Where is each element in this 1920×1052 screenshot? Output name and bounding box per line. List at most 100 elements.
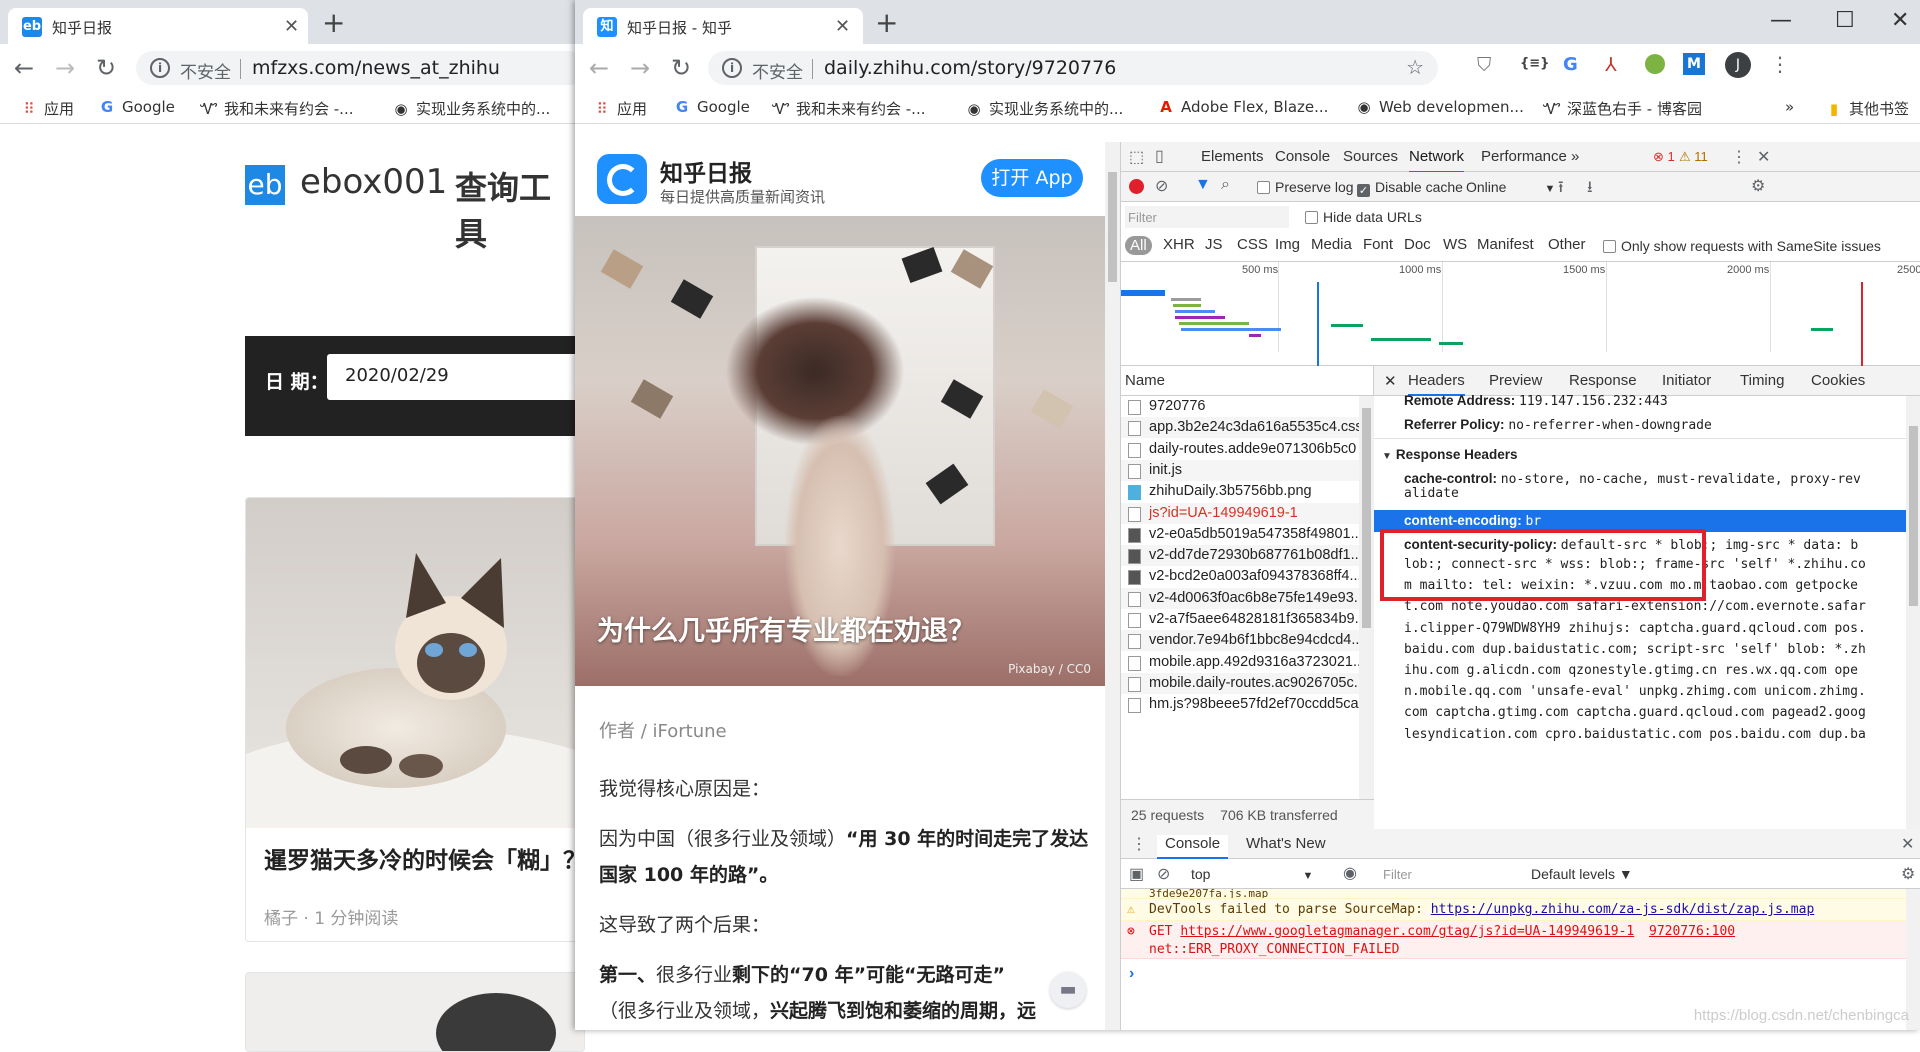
record-icon[interactable] — [1129, 179, 1144, 194]
type-js[interactable]: JS — [1205, 236, 1223, 253]
bookmark-apps[interactable]: ⠿ 应用 — [20, 98, 75, 119]
tab-performance[interactable]: Performance — [1481, 148, 1567, 165]
samesite-checkbox[interactable]: Only show requests with SameSite issues — [1603, 238, 1881, 254]
network-overview[interactable]: 500 ms 1000 ms 1500 ms 2000 ms 2500 — [1121, 262, 1920, 366]
chrome-extension-icon[interactable] — [1645, 54, 1665, 74]
close-tab-icon[interactable]: ✕ — [835, 16, 850, 37]
type-ws[interactable]: WS — [1443, 236, 1467, 253]
new-tab-icon[interactable]: + — [322, 6, 345, 39]
type-media[interactable]: Media — [1311, 236, 1352, 253]
request-row[interactable]: 9720776 — [1121, 396, 1359, 417]
maximize-icon[interactable]: ☐ — [1835, 8, 1855, 33]
back-arrow-icon[interactable]: ← — [589, 54, 609, 82]
drawer-menu-icon[interactable]: ⋮ — [1131, 834, 1147, 854]
import-har-icon[interactable]: ⭱ — [1558, 176, 1564, 203]
throttling-select[interactable]: Online ▼ — [1466, 179, 1555, 195]
bookmark-adobe[interactable]: A Adobe Flex, Blaze... — [1157, 98, 1328, 116]
request-row[interactable]: v2-dd7de72930b687761b08df1... — [1121, 545, 1359, 567]
sourcemap-link[interactable]: https://unpkg.zhihu.com/za-js-sdk/dist/z… — [1431, 902, 1815, 917]
tab-initiator[interactable]: Initiator — [1662, 372, 1711, 389]
info-icon[interactable]: i — [722, 58, 742, 78]
url-text[interactable]: daily.zhihu.com/story/9720776 — [824, 57, 1116, 79]
bookmark-webdev[interactable]: ◉ Web developmen... — [1355, 98, 1523, 116]
log-levels-select[interactable]: Default levels ▼ — [1531, 866, 1633, 882]
tab-preview[interactable]: Preview — [1489, 372, 1542, 389]
back-omnibox[interactable]: i 不安全 mfzxs.com/news_at_zhihu — [136, 51, 586, 85]
disable-cache-checkbox[interactable]: Disable cache — [1357, 179, 1463, 197]
feedback-float-icon[interactable]: ▬ — [1050, 972, 1086, 1008]
card-title[interactable]: 暹罗猫天多冷的时候会「糊」？ — [264, 846, 584, 876]
hide-data-urls-checkbox[interactable]: Hide data URLs — [1305, 209, 1422, 225]
reload-icon[interactable]: ↻ — [671, 54, 691, 82]
type-img[interactable]: Img — [1275, 236, 1300, 253]
bookmark-google[interactable]: G Google — [98, 98, 175, 116]
type-all[interactable]: All — [1125, 236, 1152, 255]
info-icon[interactable]: i — [150, 58, 170, 78]
request-list-scrollbar[interactable] — [1359, 396, 1374, 799]
bookmark-cnblogs[interactable]: Ꮙ 深蓝色右手 - 博客园 — [1543, 98, 1702, 119]
more-tabs-button[interactable]: » — [1571, 148, 1579, 165]
devtools-close-icon[interactable]: ✕ — [1757, 147, 1770, 167]
request-row[interactable]: mobile.app.492d9316a3723021... — [1121, 652, 1359, 673]
window-close-icon[interactable]: ✕ — [1891, 8, 1909, 33]
bookmark-other[interactable]: ▮ 其他书签 — [1825, 98, 1909, 119]
console-prompt[interactable]: › — [1129, 965, 1134, 983]
request-row[interactable]: v2-4d0063f0ac6b8e75fe149e93... — [1121, 587, 1359, 609]
bookmark-google[interactable]: G Google — [673, 98, 750, 116]
request-row[interactable]: hm.js?98beee57fd2ef70ccdd5ca... — [1121, 694, 1359, 715]
tab-network[interactable]: Network — [1409, 148, 1465, 173]
console-filter-input[interactable]: Filter — [1377, 863, 1527, 885]
back-arrow-icon[interactable]: ← — [14, 54, 34, 82]
request-row[interactable]: app.3b2e24c3da616a5535c4.css — [1121, 417, 1359, 439]
network-filter-input[interactable]: Filter — [1125, 206, 1289, 228]
type-css[interactable]: CSS — [1237, 236, 1268, 253]
url-text[interactable]: mfzxs.com/news_at_zhihu — [252, 57, 500, 79]
bookmark-future[interactable]: Ꮙ 我和未来有约会 -... — [772, 98, 925, 119]
error-count-badge[interactable]: ⊗ 1 — [1653, 149, 1675, 165]
console-settings-gear-icon[interactable]: ⚙ — [1901, 864, 1915, 884]
zhihu-daily-logo-icon[interactable] — [597, 154, 647, 204]
front-tab[interactable]: 知 知乎日报 - 知乎 ✕ — [583, 8, 863, 44]
request-row[interactable]: init.js — [1121, 459, 1359, 481]
inspect-element-icon[interactable]: ⬚ — [1129, 147, 1144, 167]
search-icon[interactable]: ⌕ — [1221, 176, 1230, 194]
console-sidebar-icon[interactable]: ▣ — [1129, 864, 1144, 884]
clear-icon[interactable]: ⊘ — [1155, 176, 1168, 196]
article-card[interactable]: 暹罗猫天多冷的时候会「糊」？ 橘子 · 1 分钟阅读 — [245, 497, 585, 942]
request-row[interactable]: vendor.7e94b6f1bbc8e94cdcd4... — [1121, 630, 1359, 652]
close-detail-icon[interactable]: ✕ — [1384, 372, 1397, 390]
request-row[interactable]: mobile.daily-routes.ac9026705c... — [1121, 672, 1359, 694]
pdf-extension-icon[interactable]: ⅄ — [1605, 54, 1617, 76]
bookmark-business[interactable]: ◉ 实现业务系统中的... — [965, 98, 1123, 119]
request-row[interactable]: v2-a7f5aee64828181f365834b9... — [1121, 609, 1359, 630]
request-row[interactable]: js?id=UA-149949619-1 — [1121, 502, 1359, 524]
profile-avatar[interactable]: J — [1725, 52, 1751, 78]
scroll-thumb[interactable] — [1909, 426, 1918, 606]
open-app-button[interactable]: 打开 App — [981, 159, 1083, 197]
ebox-logo[interactable]: eb — [245, 165, 285, 205]
back-tab[interactable]: eb 知乎日报 ✕ — [8, 8, 308, 44]
warning-count-badge[interactable]: ⚠ 11 — [1679, 149, 1708, 165]
export-har-icon[interactable]: ⭳ — [1587, 176, 1593, 203]
close-tab-icon[interactable]: ✕ — [284, 16, 299, 37]
context-select[interactable]: top ▼ — [1191, 866, 1313, 882]
network-settings-gear-icon[interactable]: ⚙ — [1751, 176, 1765, 196]
front-omnibox[interactable]: i 不安全 daily.zhihu.com/story/9720776 ☆ — [708, 51, 1438, 85]
preserve-log-checkbox[interactable]: Preserve log — [1257, 179, 1354, 195]
bookmark-star-icon[interactable]: ☆ — [1406, 55, 1424, 79]
bookmark-future[interactable]: Ꮙ 我和未来有约会 -... — [200, 98, 353, 119]
new-tab-icon[interactable]: + — [875, 6, 898, 39]
type-doc[interactable]: Doc — [1404, 236, 1431, 253]
translate-extension-icon[interactable]: G — [1563, 54, 1578, 75]
minimize-icon[interactable]: — — [1770, 8, 1792, 33]
scroll-thumb[interactable] — [1362, 408, 1371, 628]
live-expression-eye-icon[interactable]: ◉ — [1343, 863, 1357, 883]
source-location-link[interactable]: 9720776:100 — [1649, 923, 1735, 941]
request-row[interactable]: v2-e0a5db5019a547358f49801... — [1121, 524, 1359, 545]
article-card[interactable] — [245, 972, 585, 1052]
drawer-tab-console[interactable]: Console — [1157, 835, 1229, 859]
hero-title[interactable]: 为什么几乎所有专业都在劝退？ — [597, 609, 975, 648]
console-clear-icon[interactable]: ⊘ — [1157, 864, 1170, 884]
type-xhr[interactable]: XHR — [1163, 236, 1195, 253]
tab-sources[interactable]: Sources — [1343, 148, 1398, 165]
